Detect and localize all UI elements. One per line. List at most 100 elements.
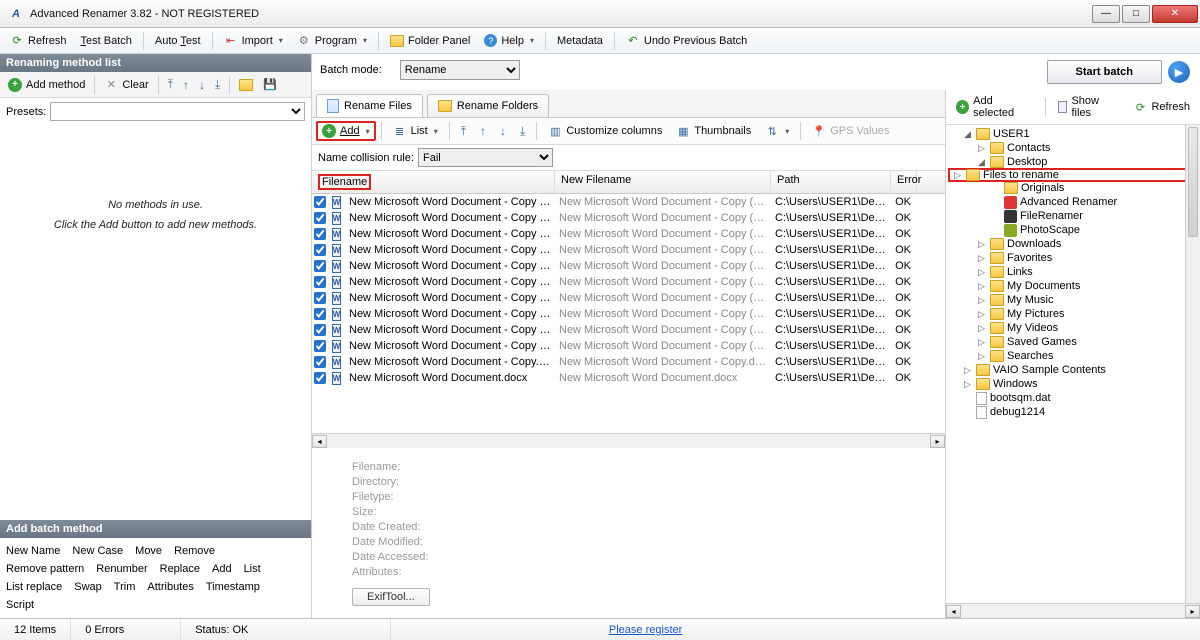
expand-icon[interactable]: ◢ (962, 129, 973, 140)
method-save-button[interactable]: 💾 (259, 76, 281, 94)
start-batch-button[interactable]: Start batch (1047, 60, 1162, 84)
batch-method-renumber[interactable]: Renumber (96, 560, 147, 578)
file-list-menu[interactable]: ≣List (387, 122, 444, 140)
row-checkbox[interactable] (314, 324, 326, 336)
clear-methods-button[interactable]: ✕Clear (100, 76, 152, 94)
tree-item[interactable]: ▷My Documents (948, 279, 1198, 293)
tree-item[interactable]: ▷Contacts (948, 141, 1198, 155)
method-bottom-button[interactable]: ⤓ (211, 75, 224, 94)
tree-item[interactable]: ▷Saved Games (948, 335, 1198, 349)
tree-item[interactable]: bootsqm.dat (948, 391, 1198, 405)
tree-item[interactable]: ▷Favorites (948, 251, 1198, 265)
undo-button[interactable]: ↶Undo Previous Batch (620, 32, 753, 50)
add-selected-button[interactable]: +Add selected (950, 93, 1039, 121)
table-row[interactable]: WNew Microsoft Word Document - Copy (6).… (312, 290, 945, 306)
batch-method-swap[interactable]: Swap (74, 578, 102, 596)
show-files-button[interactable]: Show files (1052, 93, 1125, 121)
refresh-button[interactable]: ⟳Refresh (4, 32, 73, 50)
tree-item[interactable]: FileRenamer (948, 209, 1198, 223)
row-checkbox[interactable] (314, 196, 326, 208)
thumbnails-button[interactable]: ▦Thumbnails (670, 122, 757, 140)
col-path[interactable]: Path (771, 171, 891, 193)
batch-method-new-case[interactable]: New Case (72, 542, 123, 560)
expand-icon[interactable]: ▷ (952, 170, 963, 181)
batch-method-remove[interactable]: Remove (174, 542, 215, 560)
tree-item[interactable]: ◢USER1 (948, 127, 1198, 141)
tab-rename-folders[interactable]: Rename Folders (427, 94, 549, 117)
expand-icon[interactable]: ◢ (976, 157, 987, 168)
batch-method-attributes[interactable]: Attributes (147, 578, 193, 596)
col-filename[interactable]: Filename (312, 171, 555, 193)
col-new-filename[interactable]: New Filename (555, 171, 771, 193)
col-error[interactable]: Error (891, 171, 917, 193)
expand-icon[interactable]: ▷ (962, 379, 973, 390)
expand-icon[interactable]: ▷ (976, 267, 987, 278)
batch-method-move[interactable]: Move (135, 542, 162, 560)
method-top-button[interactable]: ⤒ (164, 75, 177, 94)
row-checkbox[interactable] (314, 212, 326, 224)
row-checkbox[interactable] (314, 244, 326, 256)
expand-icon[interactable]: ▷ (976, 309, 987, 320)
row-checkbox[interactable] (314, 308, 326, 320)
expand-icon[interactable]: ▷ (976, 323, 987, 334)
tree-vscrollbar[interactable] (1185, 125, 1200, 603)
method-up-button[interactable]: ↑ (179, 76, 193, 94)
file-bottom-button[interactable]: ⤓ (514, 122, 531, 141)
test-batch-button[interactable]: Test Batch (75, 33, 138, 49)
row-checkbox[interactable] (314, 356, 326, 368)
table-row[interactable]: WNew Microsoft Word Document - Copy (11)… (312, 210, 945, 226)
folder-panel-button[interactable]: Folder Panel (384, 33, 476, 49)
gps-values-button[interactable]: 📍GPS Values (806, 122, 895, 140)
expand-icon[interactable]: ▷ (976, 337, 987, 348)
program-menu[interactable]: ⚙Program (291, 32, 373, 50)
expand-icon[interactable]: ▷ (962, 365, 973, 376)
row-checkbox[interactable] (314, 340, 326, 352)
tree-item[interactable]: ▷VAIO Sample Contents (948, 363, 1198, 377)
tree-item[interactable]: Advanced Renamer (948, 195, 1198, 209)
batch-mode-select[interactable]: Rename (400, 60, 520, 80)
tree-item[interactable]: debug1214 (948, 405, 1198, 419)
row-checkbox[interactable] (314, 228, 326, 240)
table-row[interactable]: WNew Microsoft Word Document - Copy (10)… (312, 194, 945, 210)
tree-item[interactable]: ▷Windows (948, 377, 1198, 391)
row-checkbox[interactable] (314, 260, 326, 272)
tree-item[interactable]: ▷Searches (948, 349, 1198, 363)
batch-method-add[interactable]: Add (212, 560, 232, 578)
tree-hscrollbar[interactable]: ◂ ▸ (946, 603, 1200, 618)
batch-method-list-replace[interactable]: List replace (6, 578, 62, 596)
register-link[interactable]: Please register (609, 624, 682, 636)
table-row[interactable]: WNew Microsoft Word Document - Copy (2).… (312, 226, 945, 242)
auto-test-button[interactable]: Auto Test (149, 33, 207, 49)
tree-refresh-button[interactable]: ⟳Refresh (1127, 98, 1196, 116)
expand-icon[interactable]: ▷ (976, 239, 987, 250)
batch-method-list[interactable]: List (244, 560, 261, 578)
tree-item[interactable]: ▷My Pictures (948, 307, 1198, 321)
expand-icon[interactable]: ▷ (976, 253, 987, 264)
tree-item[interactable]: ▷Files to rename (948, 168, 1198, 182)
scroll-right-icon[interactable]: ▸ (930, 435, 945, 448)
file-down-button[interactable]: ↓ (494, 122, 512, 140)
folder-tree[interactable]: ◢USER1▷Contacts◢Desktop▷Files to renameO… (946, 125, 1200, 603)
tree-item[interactable]: PhotoScape (948, 223, 1198, 237)
add-method-button[interactable]: +Add method (4, 76, 89, 94)
tab-rename-files[interactable]: Rename Files (316, 94, 423, 117)
sort-button[interactable]: ⇅ (759, 122, 795, 140)
table-row[interactable]: WNew Microsoft Word Document - Copy (4).… (312, 258, 945, 274)
scroll-left-icon[interactable]: ◂ (312, 435, 327, 448)
scroll-right-icon[interactable]: ▸ (1185, 605, 1200, 618)
close-button[interactable]: ✕ (1152, 5, 1198, 23)
import-menu[interactable]: ⇤Import (218, 32, 289, 50)
add-files-button[interactable]: +Add (316, 121, 376, 141)
expand-icon[interactable]: ▷ (976, 295, 987, 306)
tree-item[interactable]: ◢Desktop (948, 155, 1198, 169)
tree-item[interactable]: ▷Downloads (948, 237, 1198, 251)
expand-icon[interactable]: ▷ (976, 351, 987, 362)
batch-method-timestamp[interactable]: Timestamp (206, 578, 260, 596)
metadata-button[interactable]: Metadata (551, 33, 609, 49)
tree-item[interactable]: ▷My Music (948, 293, 1198, 307)
table-row[interactable]: WNew Microsoft Word Document.docxNew Mic… (312, 370, 945, 386)
minimize-button[interactable]: — (1092, 5, 1120, 23)
exiftool-button[interactable]: ExifTool... (352, 588, 430, 606)
play-icon[interactable]: ▶ (1168, 61, 1190, 83)
collision-select[interactable]: Fail (418, 148, 553, 167)
